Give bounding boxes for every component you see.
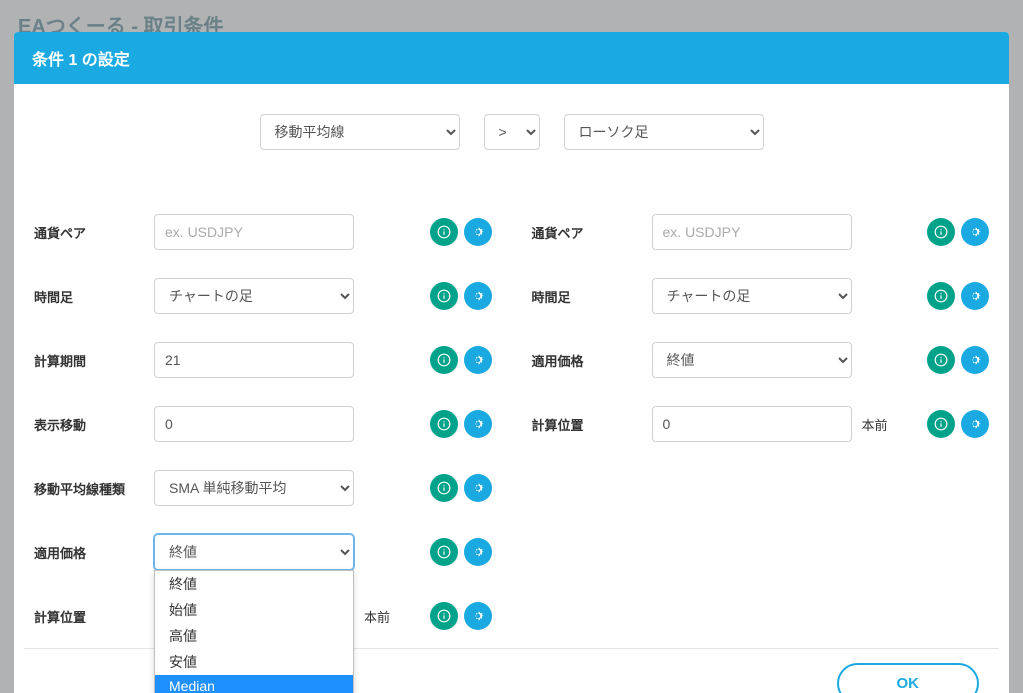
left-ma-type-row: 移動平均線種類 SMA 単純移動平均 <box>24 456 502 520</box>
label-shift-display: 表示移動 <box>34 415 144 434</box>
info-icon[interactable] <box>927 346 955 374</box>
condition-top-row: 移動平均線 > ローソク足 <box>24 114 999 150</box>
label-period: 計算期間 <box>34 351 144 370</box>
applied-price-dropdown[interactable]: 終値始値高値安値MedianTypicalWeighted <box>154 570 354 693</box>
shift-display-input[interactable] <box>154 406 354 442</box>
label-currency: 通貨ペア <box>532 223 642 242</box>
gear-icon[interactable] <box>464 282 492 310</box>
gear-icon[interactable] <box>961 282 989 310</box>
label-currency: 通貨ペア <box>34 223 144 242</box>
gear-icon[interactable] <box>961 218 989 246</box>
modal-body: 移動平均線 > ローソク足 通貨ペア <box>14 84 1009 693</box>
period-input[interactable] <box>154 342 354 378</box>
label-calc-shift: 計算位置 <box>532 415 642 434</box>
timeframe-select-right[interactable]: チャートの足 <box>652 278 852 314</box>
gear-icon[interactable] <box>464 602 492 630</box>
settings-modal: 条件 1 の設定 移動平均線 > ローソク足 通貨ペア <box>14 32 1009 693</box>
dropdown-option[interactable]: 始値 <box>155 597 353 623</box>
label-timeframe: 時間足 <box>532 287 642 306</box>
dropdown-option[interactable]: 終値 <box>155 571 353 597</box>
modal-title: 条件 1 の設定 <box>14 32 1009 84</box>
right-timeframe-row: 時間足 チャートの足 <box>522 264 1000 328</box>
info-icon[interactable] <box>430 410 458 438</box>
gear-icon[interactable] <box>464 538 492 566</box>
info-icon[interactable] <box>430 538 458 566</box>
dropdown-option[interactable]: 安値 <box>155 649 353 675</box>
left-timeframe-row: 時間足 チャートの足 <box>24 264 502 328</box>
gear-icon[interactable] <box>464 410 492 438</box>
currency-input-left[interactable] <box>154 214 354 250</box>
left-period-row: 計算期間 <box>24 328 502 392</box>
info-icon[interactable] <box>430 218 458 246</box>
info-icon[interactable] <box>430 282 458 310</box>
info-icon[interactable] <box>927 410 955 438</box>
info-icon[interactable] <box>430 474 458 502</box>
label-applied-price: 適用価格 <box>532 351 642 370</box>
right-applied-price-row: 適用価格 終値 <box>522 328 1000 392</box>
suffix-honmae: 本前 <box>862 415 892 434</box>
right-currency-row: 通貨ペア <box>522 200 1000 264</box>
applied-price-select-right[interactable]: 終値 <box>652 342 852 378</box>
right-column: 通貨ペア 時間足 チャートの足 <box>522 200 1000 648</box>
dropdown-option[interactable]: Median <box>155 675 353 693</box>
suffix-honmae: 本前 <box>364 607 394 626</box>
operator-select[interactable]: > <box>484 114 540 150</box>
label-calc-shift: 計算位置 <box>34 607 144 626</box>
gear-icon[interactable] <box>464 218 492 246</box>
gear-icon[interactable] <box>464 346 492 374</box>
applied-price-select-left[interactable]: 終値 <box>154 534 354 570</box>
calc-shift-input-right[interactable] <box>652 406 852 442</box>
info-icon[interactable] <box>927 282 955 310</box>
right-calc-shift-row: 計算位置 本前 <box>522 392 1000 456</box>
gear-icon[interactable] <box>961 346 989 374</box>
indicator-select[interactable]: 移動平均線 <box>260 114 460 150</box>
left-shift-display-row: 表示移動 <box>24 392 502 456</box>
info-icon[interactable] <box>430 602 458 630</box>
info-icon[interactable] <box>927 218 955 246</box>
currency-input-right[interactable] <box>652 214 852 250</box>
ma-type-select[interactable]: SMA 単純移動平均 <box>154 470 354 506</box>
dropdown-option[interactable]: 高値 <box>155 623 353 649</box>
label-ma-type: 移動平均線種類 <box>34 479 144 498</box>
gear-icon[interactable] <box>464 474 492 502</box>
ok-button[interactable]: OK <box>837 663 980 693</box>
gear-icon[interactable] <box>961 410 989 438</box>
timeframe-select-left[interactable]: チャートの足 <box>154 278 354 314</box>
left-currency-row: 通貨ペア <box>24 200 502 264</box>
right-operand-select[interactable]: ローソク足 <box>564 114 764 150</box>
info-icon[interactable] <box>430 346 458 374</box>
label-timeframe: 時間足 <box>34 287 144 306</box>
label-applied-price: 適用価格 <box>34 543 144 562</box>
